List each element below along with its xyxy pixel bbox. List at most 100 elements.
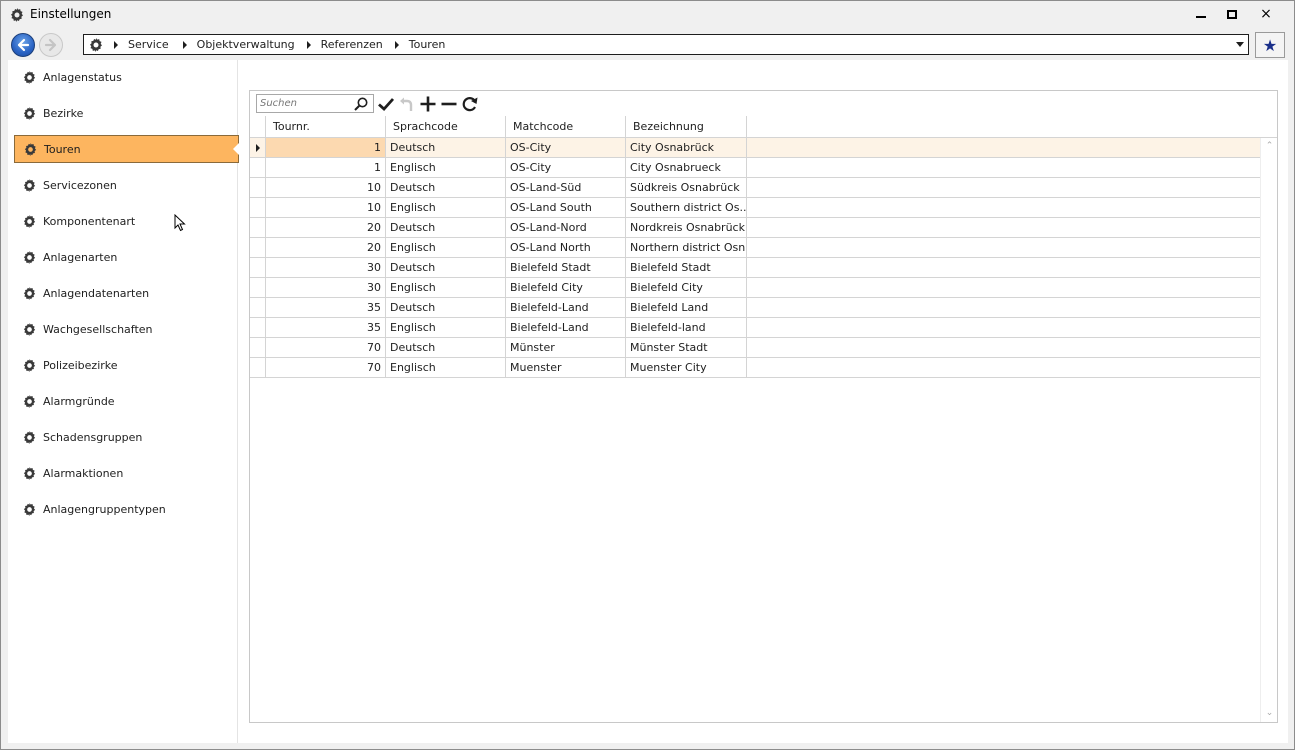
sidebar-item-polizeibezirke[interactable]: Polizeibezirke (14, 351, 239, 379)
cell-bezeichnung[interactable]: Muenster City (626, 358, 747, 377)
cell-tournr[interactable]: 20 (266, 218, 386, 237)
cell-bezeichnung[interactable]: Southern district Os... (626, 198, 747, 217)
row-indicator[interactable] (250, 338, 266, 357)
breadcrumb-separator-icon[interactable] (394, 40, 399, 49)
favorites-button[interactable]: ★ (1255, 32, 1285, 58)
cell-matchcode[interactable]: Bielefeld City (506, 278, 626, 297)
table-row[interactable]: 1 Englisch OS-City City Osnabrueck (250, 158, 1260, 178)
address-bar[interactable]: Service Objektverwaltung Referenzen Tour… (83, 34, 1249, 55)
column-header-tournr[interactable]: Tournr. (266, 116, 386, 138)
cell-tournr[interactable]: 30 (266, 258, 386, 277)
table-row[interactable]: 10 Deutsch OS-Land-Süd Südkreis Osnabrück (250, 178, 1260, 198)
column-header-sprachcode[interactable]: Sprachcode (386, 116, 506, 138)
breadcrumb-separator-icon[interactable] (114, 40, 118, 49)
cell-tournr[interactable]: 1 (266, 138, 386, 157)
cell-matchcode[interactable]: OS-Land North (506, 238, 626, 257)
cell-bezeichnung[interactable]: Bielefeld City (626, 278, 747, 297)
search-input[interactable] (257, 98, 353, 109)
table-row[interactable]: 35 Englisch Bielefeld-Land Bielefeld-land (250, 318, 1260, 338)
cell-tournr[interactable]: 1 (266, 158, 386, 177)
save-button[interactable] (376, 94, 396, 114)
cell-sprachcode[interactable]: Englisch (386, 198, 506, 217)
refresh-button[interactable] (460, 94, 480, 114)
sidebar-item-anlagenstatus[interactable]: Anlagenstatus (14, 63, 239, 91)
row-indicator[interactable] (250, 358, 266, 377)
row-indicator[interactable] (250, 238, 266, 257)
cell-bezeichnung[interactable]: Bielefeld Land (626, 298, 747, 317)
sidebar-item-servicezonen[interactable]: Servicezonen (14, 171, 239, 199)
row-indicator[interactable] (250, 218, 266, 237)
table-row[interactable]: 30 Deutsch Bielefeld Stadt Bielefeld Stadt (250, 258, 1260, 278)
cell-matchcode[interactable]: OS-City (506, 158, 626, 177)
cell-tournr[interactable]: 30 (266, 278, 386, 297)
cell-sprachcode[interactable]: Englisch (386, 318, 506, 337)
search-icon[interactable] (353, 96, 369, 112)
cell-matchcode[interactable]: OS-Land-Nord (506, 218, 626, 237)
sidebar-item-touren[interactable]: Touren (14, 135, 239, 163)
breadcrumb-item[interactable]: Referenzen (321, 38, 383, 51)
table-row[interactable]: 70 Englisch Muenster Muenster City (250, 358, 1260, 378)
search-box[interactable] (256, 94, 374, 113)
cell-sprachcode[interactable]: Deutsch (386, 298, 506, 317)
cell-matchcode[interactable]: OS-Land South (506, 198, 626, 217)
table-row[interactable]: 20 Englisch OS-Land North Northern district… (250, 238, 1260, 258)
cell-sprachcode[interactable]: Deutsch (386, 138, 506, 157)
breadcrumb-item[interactable]: Touren (409, 38, 446, 51)
sidebar-item-anlagenarten[interactable]: Anlagenarten (14, 243, 239, 271)
sidebar-item-anlagendatenarten[interactable]: Anlagendatenarten (14, 279, 239, 307)
vertical-scrollbar[interactable]: ⌃ ⌄ (1260, 138, 1277, 722)
table-row[interactable]: 35 Deutsch Bielefeld-Land Bielefeld Land (250, 298, 1260, 318)
maximize-button[interactable] (1217, 4, 1247, 24)
remove-button[interactable] (439, 94, 459, 114)
row-indicator[interactable] (250, 198, 266, 217)
table-row[interactable]: 20 Deutsch OS-Land-Nord Nordkreis Osnabrück (250, 218, 1260, 238)
row-indicator[interactable] (250, 138, 266, 157)
cell-matchcode[interactable]: Bielefeld-Land (506, 318, 626, 337)
cell-bezeichnung[interactable]: Münster Stadt (626, 338, 747, 357)
cell-matchcode[interactable]: Bielefeld Stadt (506, 258, 626, 277)
chevron-down-icon[interactable] (1236, 42, 1244, 47)
cell-bezeichnung[interactable]: Bielefeld Stadt (626, 258, 747, 277)
sidebar-item-bezirke[interactable]: Bezirke (14, 99, 239, 127)
row-indicator[interactable] (250, 158, 266, 177)
row-indicator[interactable] (250, 298, 266, 317)
cell-matchcode[interactable]: Muenster (506, 358, 626, 377)
table-row[interactable]: 70 Deutsch Münster Münster Stadt (250, 338, 1260, 358)
cell-tournr[interactable]: 70 (266, 358, 386, 377)
table-row[interactable]: 1 Deutsch OS-City City Osnabrück (250, 138, 1260, 158)
row-indicator[interactable] (250, 278, 266, 297)
row-indicator[interactable] (250, 318, 266, 337)
cell-sprachcode[interactable]: Englisch (386, 238, 506, 257)
close-button[interactable]: × (1251, 4, 1281, 24)
cell-bezeichnung[interactable]: City Osnabrueck (626, 158, 747, 177)
scroll-down-icon[interactable]: ⌄ (1265, 709, 1274, 718)
cell-bezeichnung[interactable]: Südkreis Osnabrück (626, 178, 747, 197)
breadcrumb-separator-icon[interactable] (306, 40, 311, 49)
cell-bezeichnung[interactable]: Bielefeld-land (626, 318, 747, 337)
cell-tournr[interactable]: 10 (266, 178, 386, 197)
cell-matchcode[interactable]: OS-City (506, 138, 626, 157)
cell-bezeichnung[interactable]: City Osnabrück (626, 138, 747, 157)
sidebar-item-alarmaktionen[interactable]: Alarmaktionen (14, 459, 239, 487)
back-button[interactable] (11, 33, 35, 57)
cell-bezeichnung[interactable]: Northern district Osn... (626, 238, 747, 257)
cell-sprachcode[interactable]: Englisch (386, 358, 506, 377)
cell-sprachcode[interactable]: Deutsch (386, 178, 506, 197)
cell-sprachcode[interactable]: Englisch (386, 158, 506, 177)
cell-tournr[interactable]: 70 (266, 338, 386, 357)
sidebar-item-schadensgruppen[interactable]: Schadensgruppen (14, 423, 239, 451)
breadcrumb-separator-icon[interactable] (182, 40, 187, 49)
breadcrumb-item[interactable]: Service (128, 38, 169, 51)
sidebar-item-komponentenart[interactable]: Komponentenart (14, 207, 239, 235)
table-row[interactable]: 30 Englisch Bielefeld City Bielefeld City (250, 278, 1260, 298)
row-indicator[interactable] (250, 178, 266, 197)
cell-matchcode[interactable]: Münster (506, 338, 626, 357)
add-button[interactable] (418, 94, 438, 114)
cell-tournr[interactable]: 35 (266, 318, 386, 337)
table-row[interactable]: 10 Englisch OS-Land South Southern district… (250, 198, 1260, 218)
cell-sprachcode[interactable]: Deutsch (386, 338, 506, 357)
undo-button[interactable] (397, 94, 417, 114)
cell-bezeichnung[interactable]: Nordkreis Osnabrück (626, 218, 747, 237)
sidebar-item-wachgesellschaften[interactable]: Wachgesellschaften (14, 315, 239, 343)
forward-button[interactable] (39, 33, 63, 57)
